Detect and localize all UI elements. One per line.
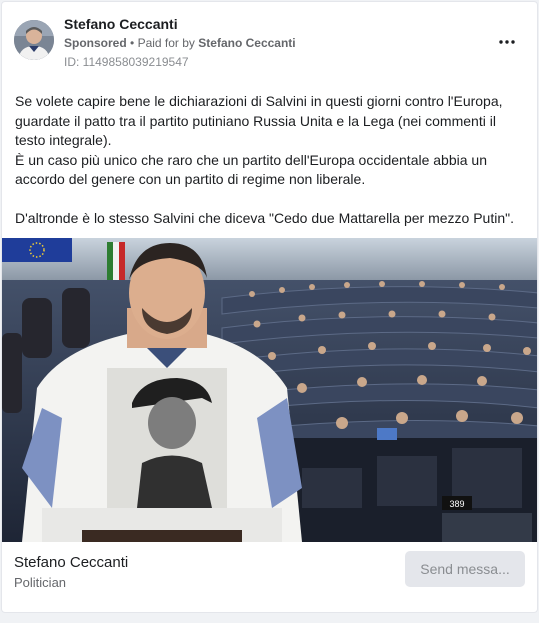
footer-page-category: Politician — [14, 575, 67, 590]
separator: • — [130, 36, 135, 50]
more-horizontal-icon — [499, 40, 515, 44]
post-footer: Stefano Ceccanti Politician Send messa..… — [2, 542, 537, 612]
page-name[interactable]: Stefano Ceccanti — [64, 16, 178, 32]
more-options-button[interactable] — [495, 32, 519, 52]
paid-for-by-prefix: Paid for by — [137, 36, 195, 50]
post-header: Stefano Ceccanti Sponsored • Paid for by… — [2, 2, 537, 82]
footer-page-name[interactable]: Stefano Ceccanti — [14, 554, 128, 571]
body-paragraph: D'altronde è lo stesso Salvini che dicev… — [15, 210, 514, 226]
seat-number: 389 — [449, 499, 464, 509]
paid-for-by-name: Stefano Ceccanti — [198, 36, 296, 50]
ad-id: ID: 1149858039219547 — [64, 55, 189, 69]
sponsored-label: Sponsored — [64, 36, 127, 50]
ad-card: Stefano Ceccanti Sponsored • Paid for by… — [1, 1, 538, 613]
body-paragraph: Se volete capire bene le dichiarazioni d… — [15, 93, 503, 148]
post-image[interactable]: 389 — [2, 238, 537, 542]
avatar-image — [14, 20, 54, 60]
post-body: Se volete capire bene le dichiarazioni d… — [15, 92, 527, 229]
send-message-button[interactable]: Send messa... — [405, 551, 525, 587]
avatar[interactable] — [14, 20, 54, 60]
sponsored-line: Sponsored • Paid for by Stefano Ceccanti — [64, 36, 296, 50]
body-paragraph: È un caso più unico che raro che un part… — [15, 151, 487, 188]
parliament-photo: 389 — [2, 238, 537, 542]
